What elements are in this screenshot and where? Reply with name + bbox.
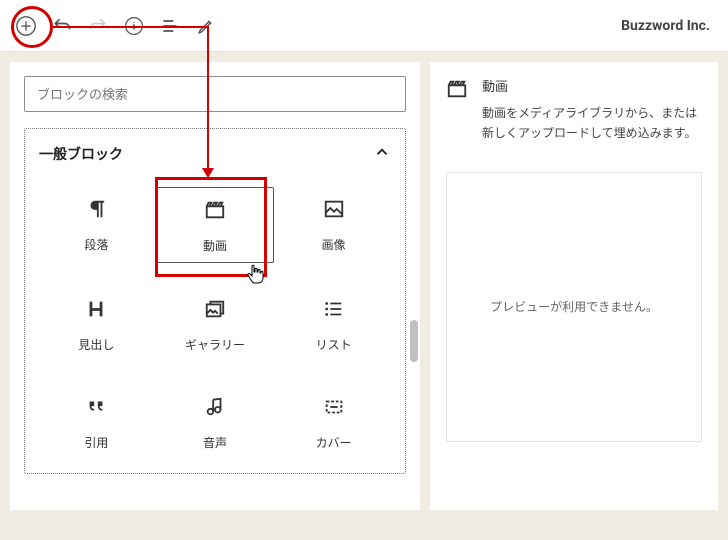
- search-input[interactable]: [24, 76, 406, 112]
- outline-button[interactable]: [152, 8, 188, 44]
- block-info-panel: 動画 動画をメディアライブラリから、または新しくアップロードして埋め込みます。 …: [430, 62, 718, 510]
- block-audio[interactable]: 音声: [156, 385, 275, 459]
- video-icon: [203, 198, 227, 222]
- info-title: 動画: [482, 76, 702, 95]
- block-label: 見出し: [78, 336, 114, 353]
- info-button[interactable]: [116, 8, 152, 44]
- paragraph-icon: [84, 197, 108, 221]
- scrollbar-thumb[interactable]: [410, 320, 418, 362]
- category-title: 一般ブロック: [39, 144, 123, 164]
- undo-button[interactable]: [44, 8, 80, 44]
- block-category: 一般ブロック 段落 動画: [24, 128, 406, 474]
- block-label: 段落: [84, 236, 108, 253]
- info-header: 動画 動画をメディアライブラリから、または新しくアップロードして埋め込みます。: [446, 76, 702, 144]
- preview-box: プレビューが利用できません。: [446, 172, 702, 442]
- video-icon: [446, 78, 468, 104]
- scrollbar[interactable]: [410, 190, 418, 540]
- block-list[interactable]: リスト: [274, 287, 393, 361]
- add-block-button[interactable]: [8, 8, 44, 44]
- toolbar: Buzzword Inc.: [0, 0, 728, 52]
- audio-icon: [203, 395, 227, 419]
- heading-icon: [84, 297, 108, 321]
- block-label: 画像: [322, 236, 346, 253]
- blocks-grid: 段落 動画 画像: [25, 179, 405, 473]
- list-icon: [322, 297, 346, 321]
- category-toggle[interactable]: 一般ブロック: [25, 129, 405, 179]
- block-heading[interactable]: 見出し: [37, 287, 156, 361]
- block-video[interactable]: 動画: [156, 187, 275, 263]
- info-description: 動画をメディアライブラリから、または新しくアップロードして埋め込みます。: [482, 103, 702, 144]
- brand-label: Buzzword Inc.: [621, 18, 710, 34]
- block-gallery[interactable]: ギャラリー: [156, 287, 275, 361]
- gallery-icon: [203, 297, 227, 321]
- cover-icon: [322, 395, 346, 419]
- block-label: 動画: [203, 237, 227, 254]
- block-label: ギャラリー: [185, 336, 245, 353]
- block-image[interactable]: 画像: [274, 187, 393, 263]
- block-label: 音声: [203, 434, 227, 451]
- image-icon: [322, 197, 346, 221]
- block-label: リスト: [316, 336, 352, 353]
- block-label: カバー: [316, 434, 352, 451]
- quote-icon: [84, 395, 108, 419]
- preview-message: プレビューが利用できません。: [490, 298, 658, 315]
- chevron-up-icon: [373, 143, 391, 165]
- block-cover[interactable]: カバー: [274, 385, 393, 459]
- block-inserter-panel: 一般ブロック 段落 動画: [10, 62, 420, 510]
- block-label: 引用: [84, 434, 108, 451]
- block-paragraph[interactable]: 段落: [37, 187, 156, 263]
- edit-button[interactable]: [188, 8, 224, 44]
- redo-button[interactable]: [80, 8, 116, 44]
- block-quote[interactable]: 引用: [37, 385, 156, 459]
- main-area: 一般ブロック 段落 動画: [0, 52, 728, 510]
